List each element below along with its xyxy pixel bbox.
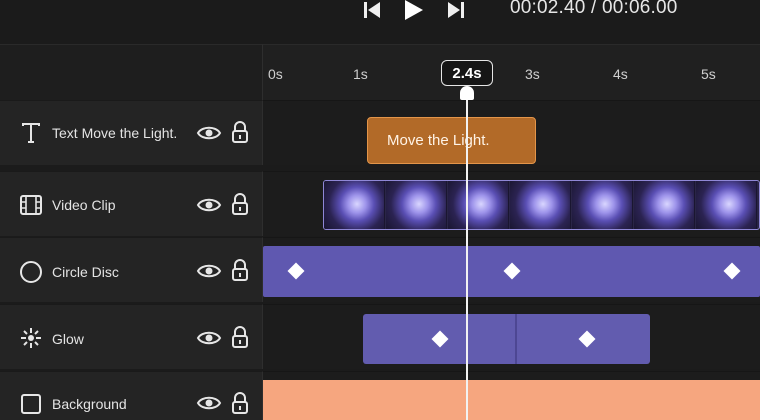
play-icon (405, 0, 423, 20)
text-clip[interactable]: Move the Light. (367, 117, 536, 164)
ruler-spacer (0, 44, 262, 101)
film-icon (18, 192, 44, 218)
current-time: 00:02.40 (510, 0, 586, 18)
track-header-circle[interactable]: Circle Disc (0, 237, 262, 302)
video-thumbnail (696, 181, 757, 229)
skip-forward-button[interactable] (443, 0, 469, 22)
track-header-video[interactable]: Video Clip (0, 171, 262, 236)
background-clip[interactable] (263, 380, 760, 420)
skip-back-button[interactable] (359, 0, 385, 22)
lock-icon[interactable] (230, 392, 250, 414)
track-label: Video Clip (52, 197, 116, 213)
lock-icon[interactable] (230, 326, 250, 348)
keyframe[interactable] (287, 262, 305, 280)
ruler-tick: 5s (701, 66, 716, 82)
track-label: Background (52, 396, 127, 412)
time-separator: / (591, 0, 597, 18)
playhead-handle[interactable] (460, 86, 474, 100)
transport-bar: 00:02.40 / 00:06.00 (0, 0, 760, 44)
playhead-time-label[interactable]: 2.4s (441, 60, 493, 86)
eye-icon[interactable] (196, 328, 222, 348)
track-header-glow[interactable]: Glow (0, 304, 262, 369)
keyframe[interactable] (431, 330, 449, 348)
video-thumbnail (510, 181, 571, 229)
video-clip[interactable] (323, 180, 760, 230)
video-thumbnail (572, 181, 633, 229)
play-button[interactable] (400, 0, 426, 22)
video-thumbnail (386, 181, 447, 229)
track-header-background[interactable]: Background (0, 371, 262, 420)
eye-icon[interactable] (196, 123, 222, 143)
video-thumbnail (324, 181, 385, 229)
skip-forward-icon (448, 2, 464, 18)
track-label: Glow (52, 331, 84, 347)
keyframe[interactable] (723, 262, 741, 280)
eye-icon[interactable] (196, 393, 222, 413)
track-header-text[interactable]: Text Move the Light. (0, 100, 262, 165)
eye-icon[interactable] (196, 195, 222, 215)
track-label: Text Move the Light. (52, 125, 178, 141)
square-icon (18, 391, 44, 417)
video-thumbnail (448, 181, 509, 229)
circle-icon (18, 259, 44, 285)
text-clip-label: Move the Light. (387, 132, 490, 149)
lock-icon[interactable] (230, 121, 250, 143)
track-label: Circle Disc (52, 264, 119, 280)
video-thumbnail (634, 181, 695, 229)
circle-disc-clip[interactable] (263, 246, 760, 297)
eye-icon[interactable] (196, 261, 222, 281)
ruler-tick: 1s (353, 66, 368, 82)
glow-clip[interactable] (363, 314, 650, 364)
ruler-tick: 4s (613, 66, 628, 82)
time-ruler[interactable]: 0s 1s 3s 4s 5s (262, 44, 760, 101)
ruler-tick: 0s (268, 66, 283, 82)
lock-icon[interactable] (230, 193, 250, 215)
skip-back-icon (364, 2, 380, 18)
total-duration: 00:06.00 (602, 0, 678, 18)
text-icon (18, 120, 44, 146)
playhead-line[interactable] (466, 88, 468, 420)
timecode: 00:02.40 / 00:06.00 (510, 0, 678, 19)
keyframe[interactable] (503, 262, 521, 280)
ruler-tick: 3s (525, 66, 540, 82)
lock-icon[interactable] (230, 259, 250, 281)
sparkle-icon (18, 325, 44, 351)
keyframe[interactable] (578, 330, 596, 348)
clip-split (515, 314, 517, 364)
